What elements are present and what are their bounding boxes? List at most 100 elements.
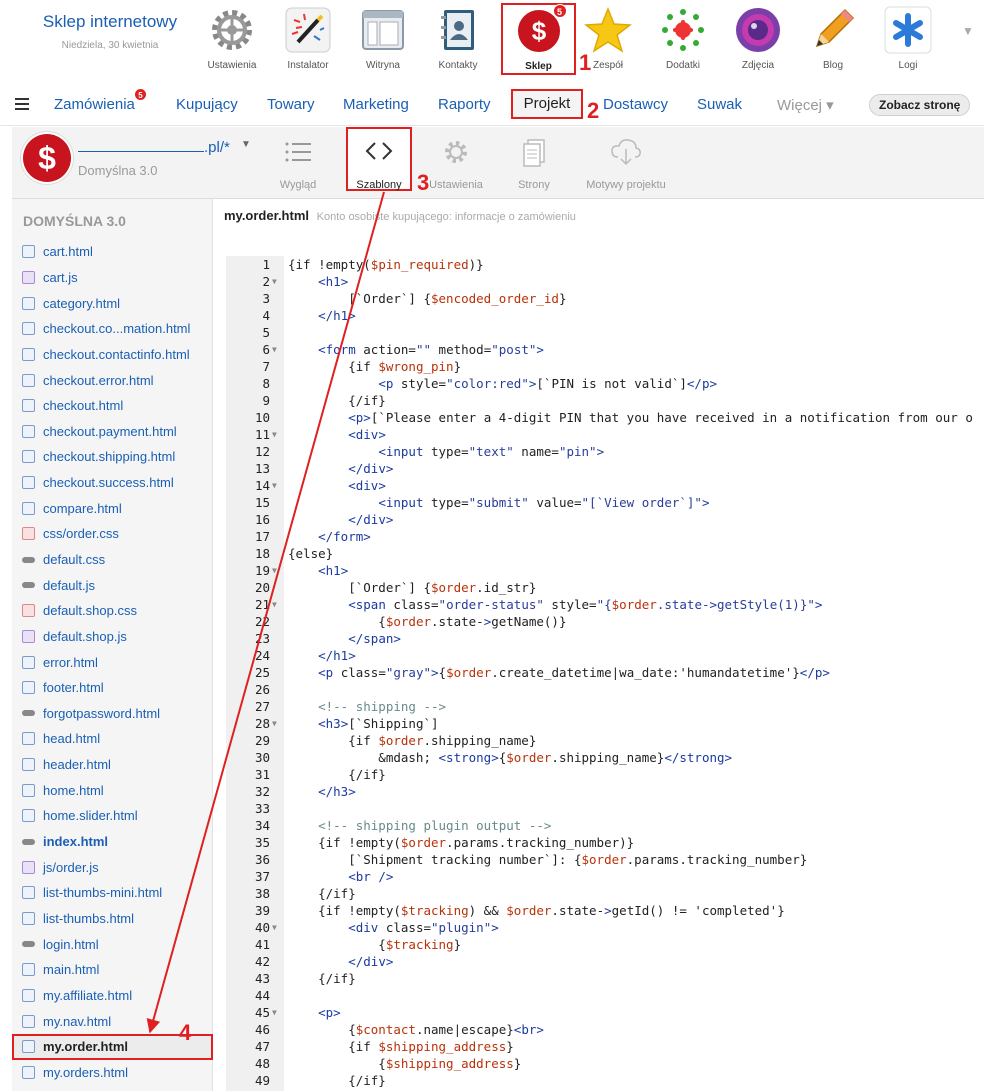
brand[interactable]: Sklep internetowy Niedziela, 30 kwietnia xyxy=(20,12,200,51)
brand-title[interactable]: Sklep internetowy xyxy=(20,12,200,32)
code-text: {/if} xyxy=(288,1073,386,1088)
line-number: 10 xyxy=(254,410,270,425)
code-text: <!-- shipping plugin output --> xyxy=(288,818,552,833)
line-number: 11 xyxy=(254,427,270,442)
fold-arrow-icon[interactable]: ▼ xyxy=(272,596,277,613)
code-text: {$order.state->getName()} xyxy=(288,614,567,629)
line-number: 21 xyxy=(254,597,270,612)
view-site-button[interactable]: Zobacz stronę xyxy=(869,94,971,116)
fold-arrow-icon[interactable]: ▼ xyxy=(272,426,277,443)
line-number: 12 xyxy=(254,444,270,459)
tool-design[interactable]: Wygląd xyxy=(258,131,338,191)
line-number: 8 xyxy=(262,376,270,391)
tool-pages[interactable]: Strony xyxy=(494,131,574,191)
orders-badge: 5 xyxy=(134,88,147,101)
app-installer[interactable]: Instalator xyxy=(272,4,344,74)
code-text: <p>[`Please enter a 4-digit PIN that you… xyxy=(348,410,973,425)
code-text: {$contact.name|escape}<br> xyxy=(288,1022,544,1037)
nav-customers[interactable]: Kupujący xyxy=(176,96,238,113)
fold-arrow-icon[interactable]: ▼ xyxy=(272,341,277,358)
project-theme-name: Domyślna 3.0 xyxy=(78,163,158,178)
fold-arrow-icon[interactable]: ▼ xyxy=(272,562,277,579)
code-brackets-icon xyxy=(348,139,410,173)
shop-dollar-icon: $ 5 xyxy=(515,4,567,55)
tool-themes[interactable]: Motywy projektu xyxy=(586,131,666,191)
line-number: 27 xyxy=(254,699,270,714)
fold-arrow-icon[interactable]: ▼ xyxy=(272,273,277,290)
code-text: </div> xyxy=(348,512,394,527)
hamburger-menu-icon[interactable] xyxy=(15,98,29,113)
annotation-1: 1 xyxy=(579,50,592,75)
photos-icon xyxy=(734,6,782,54)
nav-marketing[interactable]: Marketing xyxy=(343,96,409,113)
app-label: Witryna xyxy=(366,60,400,71)
code-text: <div class="plugin"> xyxy=(348,920,499,935)
svg-text:$: $ xyxy=(531,16,546,46)
code-text: <br /> xyxy=(348,869,394,884)
fold-arrow-icon[interactable]: ▼ xyxy=(272,1004,277,1021)
line-number: 44 xyxy=(254,988,270,1003)
line-number: 34 xyxy=(254,818,270,833)
nav-slider[interactable]: Suwak xyxy=(697,96,742,113)
code-text: [`Shipment tracking number`]: {$order.pa… xyxy=(288,852,808,867)
gear-icon xyxy=(416,137,496,173)
nav-project[interactable]: Projekt xyxy=(511,89,583,119)
code-text: <p> xyxy=(318,1005,341,1020)
fold-arrow-icon[interactable]: ▼ xyxy=(272,715,277,732)
code-line: 36 [`Shipment tracking number`]: {$order… xyxy=(0,851,984,868)
line-number: 20 xyxy=(254,580,270,595)
line-number: 49 xyxy=(254,1073,270,1088)
project-url-link[interactable]: .pl/* xyxy=(78,139,230,156)
line-number: 37 xyxy=(254,869,270,884)
app-shop[interactable]: $ 5 Sklep xyxy=(501,3,576,75)
nav-orders[interactable]: Zamówienia xyxy=(54,96,135,113)
tool-templates[interactable]: Szablony xyxy=(346,127,412,191)
cloud-download-icon xyxy=(586,137,666,173)
code-line: 14 ▼ <div> xyxy=(0,477,984,494)
code-text: {if $wrong_pin} xyxy=(288,359,462,374)
code-line: 8 <p style="color:red">[`PIN is not vali… xyxy=(0,375,984,392)
code-text: </span> xyxy=(348,631,401,646)
nav-more[interactable]: Więcej ▾ xyxy=(777,96,834,114)
line-number: 25 xyxy=(254,665,270,680)
app-photos[interactable]: Zdjęcia xyxy=(722,4,794,74)
code-line: 46 {$contact.name|escape}<br> xyxy=(0,1021,984,1038)
code-line: 21 ▼ <span class="order-status" style="{$… xyxy=(0,596,984,613)
fold-arrow-icon[interactable]: ▼ xyxy=(272,477,277,494)
project-dropdown-icon[interactable]: ▼ xyxy=(241,139,251,150)
star-icon xyxy=(583,6,633,54)
app-settings[interactable]: Ustawienia xyxy=(196,4,268,74)
code-line: 1 {if !empty($pin_required)} xyxy=(0,256,984,273)
code-text: <h1> xyxy=(318,563,349,578)
line-number: 16 xyxy=(254,512,270,527)
code-line: 12 <input type="text" name="pin"> xyxy=(0,443,984,460)
code-text: {if !empty($order.params.tracking_number… xyxy=(288,835,635,850)
code-line: 29 {if $order.shipping_name} xyxy=(0,732,984,749)
app-site[interactable]: Witryna xyxy=(347,4,419,74)
app-contacts[interactable]: Kontakty xyxy=(422,4,494,74)
nav-products[interactable]: Towary xyxy=(267,96,315,113)
code-line: 41 {$tracking} xyxy=(0,936,984,953)
code-text: </form> xyxy=(318,529,371,544)
code-text: &mdash; <strong>{$order.shipping_name}</… xyxy=(288,750,733,765)
app-blog[interactable]: Blog xyxy=(797,4,869,74)
code-line: 43 {/if} xyxy=(0,970,984,987)
code-line: 30 &mdash; <strong>{$order.shipping_name… xyxy=(0,749,984,766)
code-line: 9 {/if} xyxy=(0,392,984,409)
code-editor[interactable]: 1 {if !empty($pin_required)} 2 ▼ <h1> 3 [`Or… xyxy=(0,256,984,1091)
nav-suppliers[interactable]: Dostawcy xyxy=(603,96,668,113)
contacts-book-icon xyxy=(434,6,482,54)
code-line: 32 </h3> xyxy=(0,783,984,800)
app-logs[interactable]: Logi xyxy=(872,4,944,74)
more-apps-chevron-icon[interactable]: ▼ xyxy=(962,24,974,38)
code-line: 3 [`Order`] {$encoded_order_id} xyxy=(0,290,984,307)
code-text: </h1> xyxy=(318,648,356,663)
code-text: </div> xyxy=(348,461,394,476)
fold-arrow-icon[interactable]: ▼ xyxy=(272,919,277,936)
editor-file-description: Konto osobiste kupującego: informacje o … xyxy=(316,211,576,223)
shop-badge: 5 xyxy=(552,4,567,18)
nav-reports[interactable]: Raporty xyxy=(438,96,491,113)
line-number: 31 xyxy=(254,767,270,782)
code-text: {if !empty($tracking) && $order.state->g… xyxy=(288,903,785,918)
app-plugins[interactable]: Dodatki xyxy=(647,4,719,74)
